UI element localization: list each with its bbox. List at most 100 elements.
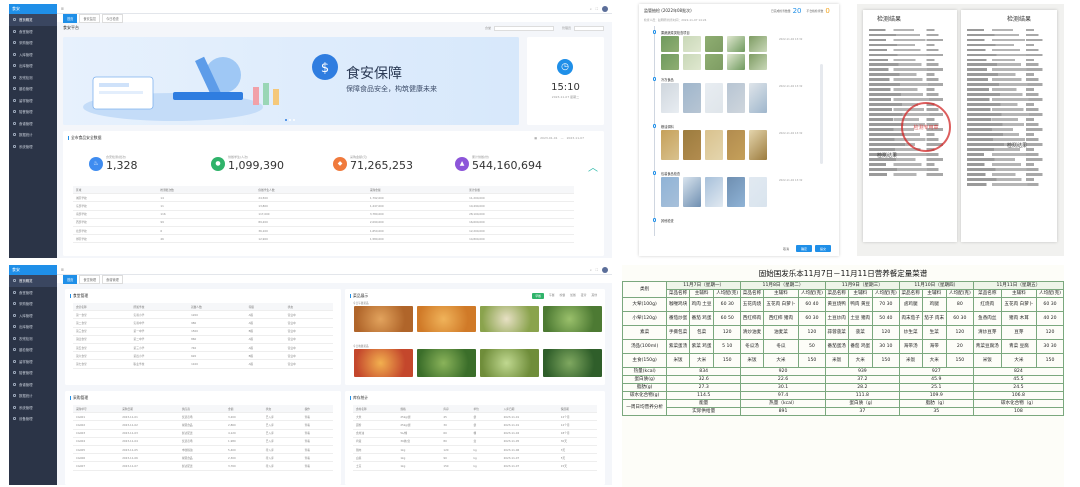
inspection-photo[interactable] <box>749 177 767 207</box>
inspection-photo[interactable] <box>705 54 723 70</box>
meal-tab[interactable]: 加餐 <box>570 293 576 299</box>
inspection-photo[interactable] <box>683 177 701 207</box>
table-row[interactable]: 食用油 5L/桶 60 桶 2023-11-02 18个月 <box>353 429 597 438</box>
inspection-photo[interactable] <box>705 130 723 160</box>
meal-tab[interactable]: 晚餐 <box>560 293 566 299</box>
inspection-photo[interactable] <box>661 177 679 207</box>
sidebar-item[interactable]: 出库管理 <box>9 321 57 333</box>
inspection-photo[interactable] <box>683 83 701 113</box>
fullscreen-icon[interactable]: ⛶ <box>596 268 598 272</box>
dish-photo[interactable] <box>543 306 602 332</box>
menu-toggle-icon[interactable]: ☰ <box>61 268 64 272</box>
table-row[interactable]: 北部学校 6 36,100 1,650,000 12,200,000 <box>73 226 574 236</box>
sidebar-item[interactable]: 首页概览 <box>9 14 57 26</box>
meal-tab[interactable]: 其他 <box>591 293 597 299</box>
collapse-icon[interactable]: ︿ <box>588 159 598 174</box>
table-row[interactable]: CG007 2023-11-07 鲜达配送 3,760 待入库 查看 <box>73 461 333 471</box>
table-row[interactable]: 东部学校 11 13,800 1,247,000 10,490,000 <box>73 201 574 211</box>
sidebar-item[interactable]: 系统管理 <box>9 141 57 153</box>
dish-photo[interactable] <box>417 349 476 377</box>
meal-tab[interactable]: 午餐 <box>549 293 555 299</box>
sidebar-item[interactable]: 首页概览 <box>9 275 57 287</box>
page-tab[interactable]: 首页 <box>63 274 78 284</box>
sidebar-item[interactable]: 留样管理 <box>9 95 57 107</box>
inspection-photo[interactable] <box>727 177 745 207</box>
table-row[interactable]: 土豆 1kg 150 kg 2023-11-07 15天 <box>353 461 597 471</box>
table-row[interactable]: 南部学校 116 117,000 3,780,000 28,100,000 <box>73 210 574 219</box>
sidebar-item[interactable]: 采购管理 <box>9 37 57 49</box>
table-row[interactable]: CG002 2023-11-02 绿源食品 2,860 已入库 查看 <box>73 420 333 430</box>
sidebar-item[interactable]: 出库管理 <box>9 60 57 72</box>
avatar[interactable] <box>602 266 608 273</box>
table-row[interactable]: 白菜 1kg 90 kg 2023-11-07 5天 <box>353 453 597 463</box>
inspection-photo[interactable] <box>683 54 701 70</box>
table-row[interactable]: CG004 2023-11-04 优选农场 1,980 已入库 查看 <box>73 437 333 446</box>
sidebar-item[interactable]: 晨检管理 <box>9 83 57 95</box>
table-row[interactable]: 第四食堂 第二中学 860 A级 营业中 <box>73 335 333 344</box>
dish-photo[interactable] <box>480 349 539 377</box>
inspection-photo[interactable] <box>749 83 767 113</box>
inspection-photo[interactable] <box>727 83 745 113</box>
sidebar-item[interactable]: 农残检测 <box>9 72 57 84</box>
sidebar-item[interactable]: 系统管理 <box>9 402 57 414</box>
table-row[interactable]: 鸡蛋 30枚/盒 80 盒 2023-11-05 30天 <box>353 437 597 446</box>
sidebar-item[interactable]: 入库管理 <box>9 49 57 61</box>
table-row[interactable]: 猪肉 1kg 120 kg 2023-11-06 3天 <box>353 445 597 455</box>
table-row[interactable]: CG005 2023-11-05 丰收粮油 5,400 待入库 查看 <box>73 445 333 455</box>
inspection-photo[interactable] <box>705 177 723 207</box>
table-row[interactable]: CG001 2023-11-01 优选农场 3,200 已入库 查看 <box>73 412 333 422</box>
page-tab[interactable]: 食谱管理 <box>102 274 123 284</box>
sidebar-item[interactable]: 采购管理 <box>9 298 57 310</box>
inspection-photo[interactable] <box>749 36 767 52</box>
sidebar-item[interactable]: 数据统计 <box>9 129 57 141</box>
sidebar-item[interactable]: 设备管理 <box>9 413 57 425</box>
inspection-photo[interactable] <box>661 130 679 160</box>
inspection-photo[interactable] <box>705 83 723 113</box>
sidebar-item[interactable]: 数据统计 <box>9 390 57 402</box>
inspection-photo[interactable] <box>683 36 701 52</box>
inspection-photo[interactable] <box>727 54 745 70</box>
inspection-photo[interactable] <box>749 54 767 70</box>
table-row[interactable]: 西部学校 99 89,200 2,090,000 16,600,000 <box>73 218 574 227</box>
sidebar-item[interactable]: 留样管理 <box>9 356 57 368</box>
sidebar-item[interactable]: 入库管理 <box>9 310 57 322</box>
table-row[interactable]: 城区学校 14 24,500 1,792,000 11,200,000 <box>73 193 574 203</box>
meal-tab[interactable]: 早餐 <box>532 293 544 299</box>
sidebar-item[interactable]: 农残检测 <box>9 333 57 345</box>
inspection-photo[interactable] <box>727 36 745 52</box>
table-row[interactable]: 面粉 25kg/袋 30 袋 2023-11-01 12个月 <box>353 420 597 430</box>
table-row[interactable]: 第三食堂 第一中学 1500 B级 营业中 <box>73 327 333 336</box>
inspection-photo[interactable] <box>705 36 723 52</box>
table-row[interactable]: CG006 2023-11-06 绿源食品 2,300 待入库 查看 <box>73 453 333 463</box>
user-select[interactable] <box>574 25 604 31</box>
inspection-photo[interactable] <box>683 130 701 160</box>
table-row[interactable]: 第七食堂 职业学校 1100 A级 营业中 <box>73 359 333 369</box>
page-tab[interactable]: 食堂管理 <box>79 274 101 284</box>
sidebar-item[interactable]: 食堂管理 <box>9 26 57 38</box>
sidebar-item[interactable]: 食堂管理 <box>9 287 57 299</box>
dish-photo[interactable] <box>543 349 602 377</box>
dish-photo[interactable] <box>480 306 539 332</box>
dish-photo[interactable] <box>354 349 413 377</box>
sidebar-item[interactable]: 食谱管理 <box>9 118 57 130</box>
sidebar-item[interactable]: 食谱管理 <box>9 379 57 391</box>
inspection-photo[interactable] <box>727 130 745 160</box>
table-row[interactable]: 郊区学校 46 12,900 1,580,000 14,800,000 <box>73 234 574 244</box>
menu-toggle-icon[interactable]: ☰ <box>61 7 64 11</box>
table-row[interactable]: CG003 2023-11-03 鲜达配送 4,120 已入库 查看 <box>73 429 333 438</box>
dish-photo[interactable] <box>354 306 413 332</box>
inspection-photo[interactable] <box>661 36 679 52</box>
page-tab[interactable]: 今日检查 <box>102 13 123 23</box>
dish-photo[interactable] <box>417 306 476 332</box>
confirm-button[interactable]: 确定 <box>795 245 812 252</box>
fullscreen-icon[interactable]: ⛶ <box>596 7 598 11</box>
table-row[interactable]: 第五食堂 第三小学 740 A级 营业中 <box>73 343 333 353</box>
table-row[interactable]: 第一食堂 实验小学 1200 A级 营业中 <box>73 310 333 320</box>
sidebar-item[interactable]: 陪餐管理 <box>9 367 57 379</box>
avatar[interactable] <box>602 5 608 12</box>
search-icon[interactable]: ⌕ <box>590 7 592 11</box>
meal-tab[interactable]: 夜宵 <box>581 293 587 299</box>
scrollbar[interactable] <box>820 64 823 164</box>
search-icon[interactable]: ⌕ <box>590 268 592 272</box>
sidebar-item[interactable]: 晨检管理 <box>9 344 57 356</box>
